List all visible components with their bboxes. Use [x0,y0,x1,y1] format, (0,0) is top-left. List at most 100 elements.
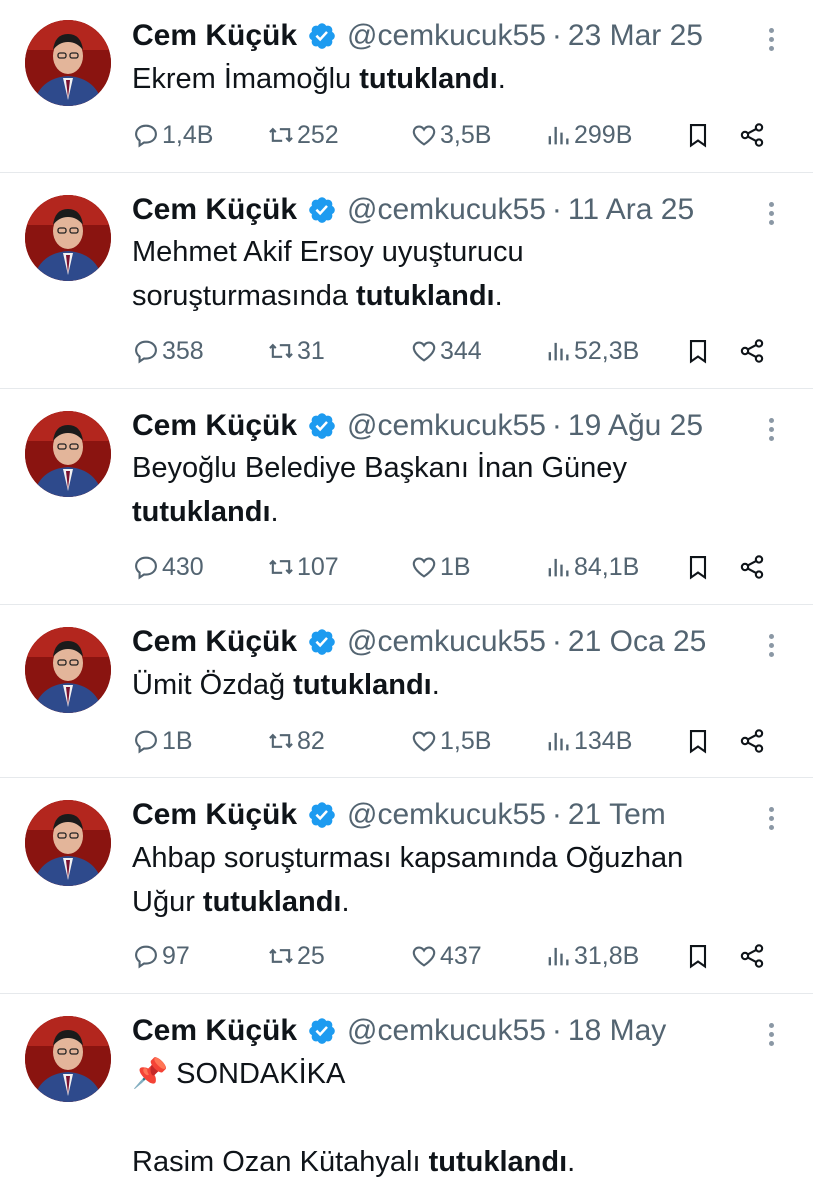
like-count: 344 [440,336,482,365]
more-icon[interactable] [762,803,780,835]
avatar[interactable] [25,1016,111,1102]
retweet-button[interactable]: 107 [267,547,339,587]
like-button[interactable]: 437 [410,936,482,976]
views-button[interactable]: 299B [544,115,632,155]
reply-button[interactable]: 358 [132,331,204,371]
like-button[interactable]: 344 [410,331,482,371]
views-icon [548,126,569,145]
tweet-date[interactable]: 19 Ağu 25 [568,409,703,443]
action-bar: 1B 82 1,5B 134B [132,721,782,761]
share-button[interactable] [738,936,768,976]
share-icon [740,339,764,363]
views-count: 134B [574,726,633,755]
views-icon [548,342,569,361]
author-handle[interactable]: @cemkucuk55 [347,19,546,53]
author-handle[interactable]: @cemkucuk55 [347,1014,546,1048]
retweet-button[interactable]: 252 [267,115,339,155]
bookmark-icon [689,730,707,754]
author-handle[interactable]: @cemkucuk55 [347,798,546,832]
tweet-text-end: . [341,886,350,918]
bookmark-button[interactable] [684,115,714,155]
like-count: 437 [440,941,482,970]
bookmark-button[interactable] [684,547,714,587]
pin-icon: 📌 [132,1058,169,1090]
retweet-button[interactable]: 25 [267,936,325,976]
tweet-text-bold: tutuklandı [293,669,432,701]
tweet[interactable]: Cem Küçük @cemkucuk55 · 21 Tem Ahbap sor… [0,778,813,994]
verified-icon [309,802,335,828]
retweet-icon [269,733,293,749]
tweet-text-end: . [431,669,440,701]
avatar[interactable] [25,411,111,497]
action-bar: 430 107 1B 84,1B [132,547,782,587]
avatar[interactable] [25,195,111,281]
tweet-text: Ekrem İmamoğlu tutuklandı. [132,57,773,101]
like-count: 1,5B [440,726,492,755]
like-button[interactable]: 1B [410,547,471,587]
share-button[interactable] [738,115,768,155]
avatar[interactable] [25,800,111,886]
tweet[interactable]: Cem Küçük @cemkucuk55 · 21 Oca 25 Ümit Ö… [0,605,813,778]
author-handle[interactable]: @cemkucuk55 [347,193,546,227]
bookmark-button[interactable] [684,331,714,371]
author-handle[interactable]: @cemkucuk55 [347,625,546,659]
verified-icon [309,1018,335,1044]
views-count: 31,8B [574,941,640,970]
reply-button[interactable]: 1B [132,721,193,761]
more-icon[interactable] [762,198,780,230]
tweet[interactable]: Cem Küçük @cemkucuk55 · 11 Ara 25 Mehmet… [0,173,813,389]
author-name[interactable]: Cem Küçük [132,409,297,443]
views-button[interactable]: 134B [544,721,632,761]
tweet-text-plain: Ümit Özdağ [132,669,294,701]
verified-icon [309,197,335,223]
bookmark-icon [689,340,707,364]
retweet-button[interactable]: 31 [267,331,325,371]
like-button[interactable]: 3,5B [410,115,491,155]
avatar[interactable] [25,20,111,106]
author-name[interactable]: Cem Küçük [132,193,297,227]
more-icon[interactable] [762,1019,780,1051]
reply-button[interactable]: 430 [132,547,204,587]
bookmark-icon [689,556,707,580]
author-name[interactable]: Cem Küçük [132,19,297,53]
reply-count: 97 [162,941,190,970]
tweet[interactable]: Cem Küçük @cemkucuk55 · 23 Mar 25 Ekrem … [0,0,813,173]
tweet[interactable]: Cem Küçük @cemkucuk55 · 18 May 📌 SONDAKİK… [0,994,813,1200]
views-button[interactable]: 52,3B [544,331,639,371]
tweet[interactable]: Cem Küçük @cemkucuk55 · 19 Ağu 25 Beyoğl… [0,389,813,605]
views-button[interactable]: 84,1B [544,547,639,587]
tweet-text: Beyoğlu Belediye Başkanı İnan Güney tutu… [132,446,773,534]
author-handle[interactable]: @cemkucuk55 [347,409,546,443]
more-icon[interactable] [762,630,780,662]
more-icon[interactable] [762,24,780,56]
author-name[interactable]: Cem Küçük [132,798,297,832]
like-button[interactable]: 1,5B [410,721,491,761]
author-name[interactable]: Cem Küçük [132,625,297,659]
retweet-button[interactable]: 82 [267,721,325,761]
reply-button[interactable]: 97 [132,936,190,976]
reply-button[interactable]: 1,4B [132,115,213,155]
tweet-date[interactable]: 23 Mar 25 [568,19,703,53]
share-button[interactable] [738,331,768,371]
tweet-date[interactable]: 18 May [568,1014,666,1048]
separator-dot: · [551,19,562,52]
tweet-date[interactable]: 21 Oca 25 [568,625,706,659]
tweet-text-end: . [494,280,503,312]
share-button[interactable] [738,721,768,761]
action-bar: 358 31 344 52,3B [132,331,782,371]
tweet-date[interactable]: 11 Ara 25 [568,193,694,227]
verified-icon [309,23,335,49]
bookmark-button[interactable] [684,936,714,976]
like-count: 1B [440,552,471,581]
like-icon [412,341,436,362]
views-button[interactable]: 31,8B [544,936,639,976]
tweet-date[interactable]: 21 Tem [568,798,666,832]
more-icon[interactable] [762,414,780,446]
bookmark-button[interactable] [684,721,714,761]
author-name[interactable]: Cem Küçük [132,1014,297,1048]
share-button[interactable] [738,547,768,587]
like-icon [412,557,436,578]
avatar[interactable] [25,627,111,713]
tweet-text-headline: SONDAKİKA [176,1058,346,1090]
share-icon [740,555,764,579]
